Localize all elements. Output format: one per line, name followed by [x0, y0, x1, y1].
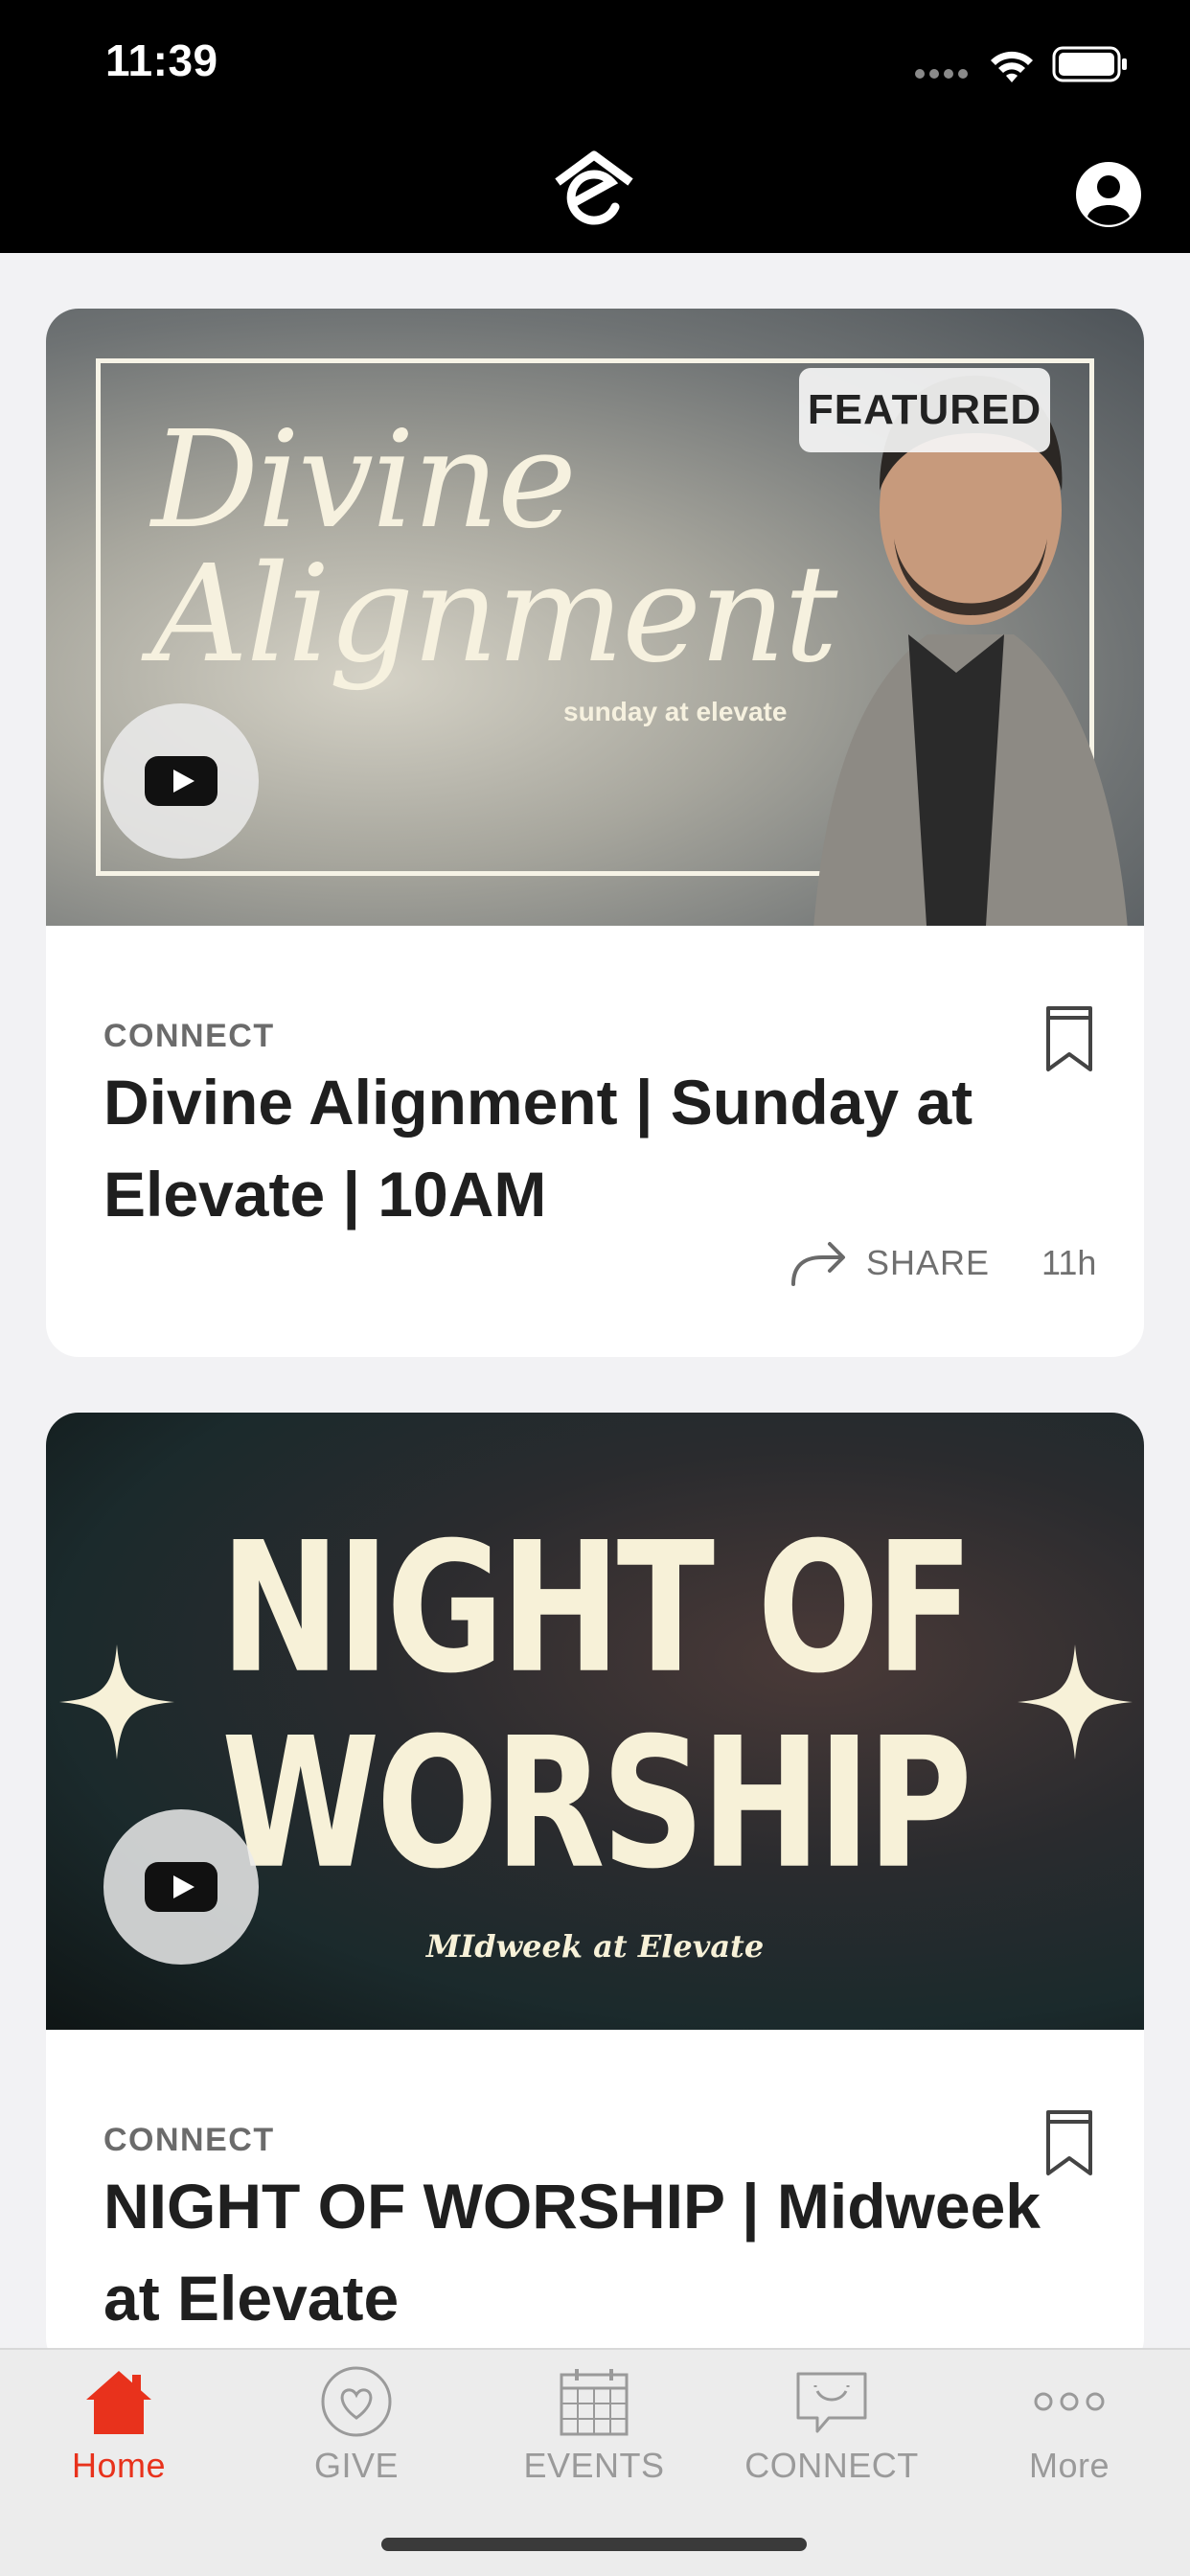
card-title[interactable]: NIGHT OF WORSHIP | Midweek at Elevate: [103, 2160, 1081, 2344]
thumbnail-title-line1: NIGHT OF: [219, 1505, 974, 1714]
battery-icon: [1052, 46, 1127, 82]
thumbnail-subtitle: sunday at elevate: [563, 697, 788, 726]
app-screen: 11:39 Divine Alignment sunday at elevate…: [0, 0, 1190, 2576]
feed-card[interactable]: NIGHT OF WORSHIP MIdweek at Elevate CONN…: [46, 1413, 1144, 2371]
thumbnail-title: Divine Alignment: [151, 414, 837, 693]
card-category: CONNECT: [103, 1018, 275, 1054]
feed-card[interactable]: Divine Alignment sunday at elevate FEATU…: [46, 309, 1144, 1357]
more-icon: [1034, 2392, 1105, 2411]
thumbnail-title-line1: Divine: [151, 402, 577, 559]
featured-badge: FEATURED: [799, 368, 1050, 452]
tab-more[interactable]: More: [950, 2350, 1188, 2513]
status-time: 11:39: [105, 35, 218, 85]
card-category: CONNECT: [103, 2122, 275, 2158]
video-play-icon: [145, 756, 217, 806]
tab-label: GIVE: [313, 2446, 400, 2485]
home-indicator[interactable]: [381, 2538, 807, 2551]
thumbnail-title-line2: Alignment: [151, 537, 837, 693]
tab-label: CONNECT: [744, 2446, 919, 2485]
share-row: SHARE 11h: [790, 1234, 1096, 1292]
tab-label: More: [1028, 2446, 1110, 2485]
heart-icon: [321, 2366, 392, 2437]
home-icon: [86, 2371, 151, 2434]
elevate-logo-icon[interactable]: [552, 150, 636, 230]
card-thumbnail[interactable]: Divine Alignment sunday at elevate FEATU…: [46, 309, 1144, 926]
chat-smile-icon: [796, 2372, 867, 2433]
tab-home[interactable]: Home: [0, 2350, 238, 2513]
cellular-signal-icon: [915, 69, 971, 80]
tab-label: Home: [71, 2446, 167, 2485]
card-thumbnail[interactable]: NIGHT OF WORSHIP MIdweek at Elevate: [46, 1413, 1144, 2030]
play-button[interactable]: [103, 703, 259, 859]
calendar-icon: [560, 2369, 629, 2436]
tab-give[interactable]: GIVE: [238, 2350, 475, 2513]
play-button[interactable]: [103, 1809, 259, 1965]
share-icon[interactable]: [790, 1238, 849, 1288]
tab-label: EVENTS: [523, 2446, 665, 2485]
share-button[interactable]: SHARE: [866, 1243, 990, 1283]
post-age: 11h: [1041, 1243, 1097, 1282]
tab-connect[interactable]: CONNECT: [713, 2350, 950, 2513]
video-play-icon: [145, 1862, 217, 1912]
card-title[interactable]: Divine Alignment | Sunday at Elevate | 1…: [103, 1056, 1081, 1240]
top-header: 11:39: [0, 0, 1190, 253]
profile-icon[interactable]: [1075, 161, 1142, 228]
tab-events[interactable]: EVENTS: [475, 2350, 713, 2513]
wifi-icon: [991, 51, 1033, 82]
